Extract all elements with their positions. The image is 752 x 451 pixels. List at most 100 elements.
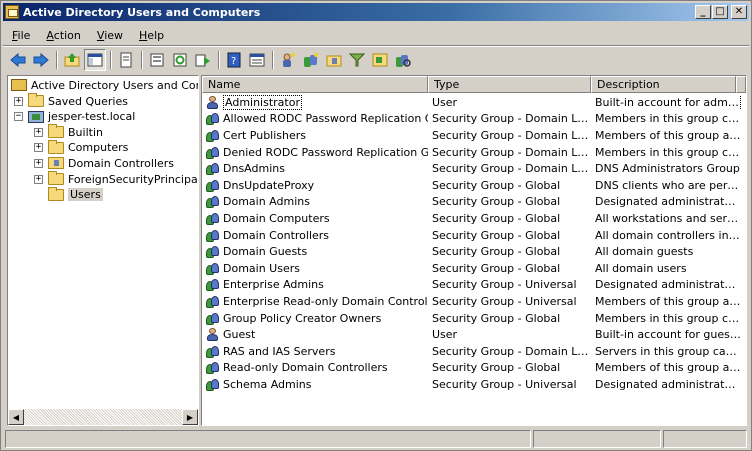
app-icon[interactable]	[5, 5, 19, 19]
user-icon	[206, 95, 220, 109]
export-list-icon[interactable]	[146, 49, 168, 71]
cell-type: Security Group - Domain Local	[432, 162, 591, 176]
details-view-icon[interactable]	[246, 49, 268, 71]
list-item[interactable]: RAS and IAS Servers Security Group - Doma…	[202, 343, 746, 360]
object-name: Domain Controllers	[223, 228, 330, 242]
column-header-type[interactable]: Type	[428, 76, 591, 93]
object-name: DnsUpdateProxy	[223, 178, 315, 192]
filter-icon[interactable]	[346, 49, 368, 71]
menu-bar: File Action View Help	[3, 25, 749, 45]
close-button[interactable]: ✕	[731, 5, 747, 19]
menu-label: iew	[104, 28, 124, 42]
group-icon	[206, 146, 220, 159]
status-cell-main	[5, 430, 531, 448]
cell-type: Security Group - Global	[432, 211, 561, 225]
list-item[interactable]: Cert Publishers Security Group - Domain L…	[202, 127, 746, 144]
list-item[interactable]: Enterprise Read-only Domain Controllers S…	[202, 293, 746, 310]
new-group-icon[interactable]	[300, 49, 322, 71]
expand-icon[interactable]: +	[34, 158, 43, 168]
cell-name: Enterprise Read-only Domain Controllers	[202, 295, 428, 308]
collapse-icon[interactable]: −	[14, 112, 23, 122]
new-ou-icon[interactable]	[323, 49, 345, 71]
column-header-name[interactable]: Name	[202, 76, 428, 93]
details-pane[interactable]: Name Type Description Administrator User B…	[201, 75, 747, 426]
column-header-description[interactable]: Description	[591, 76, 736, 93]
object-name: DnsAdmins	[223, 162, 285, 176]
tree-root[interactable]: Active Directory Users and Comput	[11, 77, 198, 93]
group-icon	[206, 361, 220, 375]
cell-description: DNS Administrators Group	[595, 162, 740, 176]
group-icon	[206, 162, 220, 176]
tree-item-computers[interactable]: + Computers	[34, 139, 128, 156]
up-folder-icon[interactable]	[61, 49, 83, 71]
expand-icon[interactable]: +	[34, 174, 43, 184]
object-name: Enterprise Read-only Domain Controllers	[223, 294, 428, 308]
cell-description: All domain guests	[595, 245, 694, 259]
scroll-left-icon[interactable]: ◀	[8, 409, 24, 425]
cell-description: All domain controllers in th...	[595, 228, 741, 242]
export-icon[interactable]	[192, 49, 214, 71]
toolbar-separator	[272, 51, 274, 69]
title-bar[interactable]: Active Directory Users and Computers _ □…	[3, 3, 749, 21]
list-item[interactable]: DnsUpdateProxy Security Group - Global DNS…	[202, 177, 746, 194]
object-name: Read-only Domain Controllers	[223, 361, 388, 375]
add-to-group-icon[interactable]	[369, 49, 391, 71]
cell-type: Security Group - Universal	[432, 278, 577, 292]
properties-icon[interactable]	[115, 49, 137, 71]
cell-description: Servers in this group can ...	[595, 344, 741, 358]
group-icon	[206, 229, 220, 242]
console-tree[interactable]: Active Directory Users and Comput + Saved …	[7, 75, 199, 426]
cell-type: Security Group - Global	[432, 195, 561, 209]
tree-item-foreignsecurityprincipals[interactable]: + ForeignSecurityPrincipals	[34, 171, 198, 187]
maximize-button[interactable]: □	[712, 5, 728, 19]
expand-icon[interactable]: +	[34, 143, 43, 153]
find-icon[interactable]	[392, 49, 414, 71]
cell-type: Security Group - Global	[432, 228, 561, 242]
folder-icon	[48, 171, 64, 185]
menu-file[interactable]: File	[3, 29, 37, 42]
tree-item-domain-controllers[interactable]: + Domain Controllers	[34, 155, 174, 171]
svg-text:?: ?	[231, 56, 236, 67]
refresh-icon[interactable]	[169, 49, 191, 71]
list-item[interactable]: Denied RODC Password Replication Group Se…	[202, 144, 746, 161]
forward-icon[interactable]	[30, 49, 52, 71]
list-item[interactable]: Group Policy Creator Owners Security Grou…	[202, 310, 746, 327]
object-name: Group Policy Creator Owners	[223, 311, 382, 325]
user-icon	[206, 328, 220, 342]
cell-name: DnsUpdateProxy	[202, 179, 428, 192]
list-item[interactable]: Allowed RODC Password Replication Group S…	[202, 111, 746, 128]
tree-horizontal-scrollbar[interactable]: ◀ ▶	[8, 409, 198, 425]
list-item[interactable]: Domain Computers Security Group - Global A…	[202, 210, 746, 227]
help-icon[interactable]: ?	[223, 49, 245, 71]
list-item[interactable]: Domain Controllers Security Group - Globa…	[202, 227, 746, 244]
app-window: Active Directory Users and Computers _ □…	[0, 0, 752, 451]
show-console-tree-icon[interactable]	[84, 49, 106, 71]
tree-item-users[interactable]: Users	[34, 186, 103, 203]
tree-item-jesper-test-local[interactable]: − jesper-test.local	[14, 109, 135, 125]
list-item[interactable]: Read-only Domain Controllers Security Gro…	[202, 360, 746, 377]
tree-item-saved-queries[interactable]: + Saved Queries	[14, 93, 128, 109]
menu-view[interactable]: View	[88, 29, 130, 42]
new-user-icon[interactable]	[277, 49, 299, 71]
list-item[interactable]: Enterprise Admins Security Group - Univer…	[202, 277, 746, 294]
menu-action[interactable]: Action	[37, 29, 87, 42]
cell-name: Domain Users	[202, 262, 428, 275]
back-icon[interactable]	[7, 49, 29, 71]
list-item[interactable]: Domain Users Security Group - Global All d…	[202, 260, 746, 277]
tree-item-builtin[interactable]: + Builtin	[34, 124, 103, 140]
menu-help[interactable]: Help	[130, 29, 171, 42]
list-item[interactable]: DnsAdmins Security Group - Domain Local DN…	[202, 160, 746, 177]
list-item[interactable]: Guest User Built-in account for guest ...	[202, 326, 746, 343]
list-header: Name Type Description	[202, 76, 746, 93]
list-item[interactable]: Administrator User Built-in account for ad…	[202, 94, 746, 111]
list-item[interactable]: Schema Admins Security Group - Universal D…	[202, 376, 746, 393]
cell-name: Domain Guests	[202, 245, 428, 259]
expand-icon[interactable]: +	[14, 96, 23, 106]
scroll-right-icon[interactable]: ▶	[182, 409, 198, 425]
list-item[interactable]: Domain Admins Security Group - Global Desi…	[202, 194, 746, 211]
list-item[interactable]: Domain Guests Security Group - Global All …	[202, 243, 746, 260]
expand-icon[interactable]: +	[34, 127, 43, 137]
group-icon	[206, 345, 220, 358]
group-icon	[206, 278, 220, 292]
minimize-button[interactable]: _	[695, 5, 711, 19]
